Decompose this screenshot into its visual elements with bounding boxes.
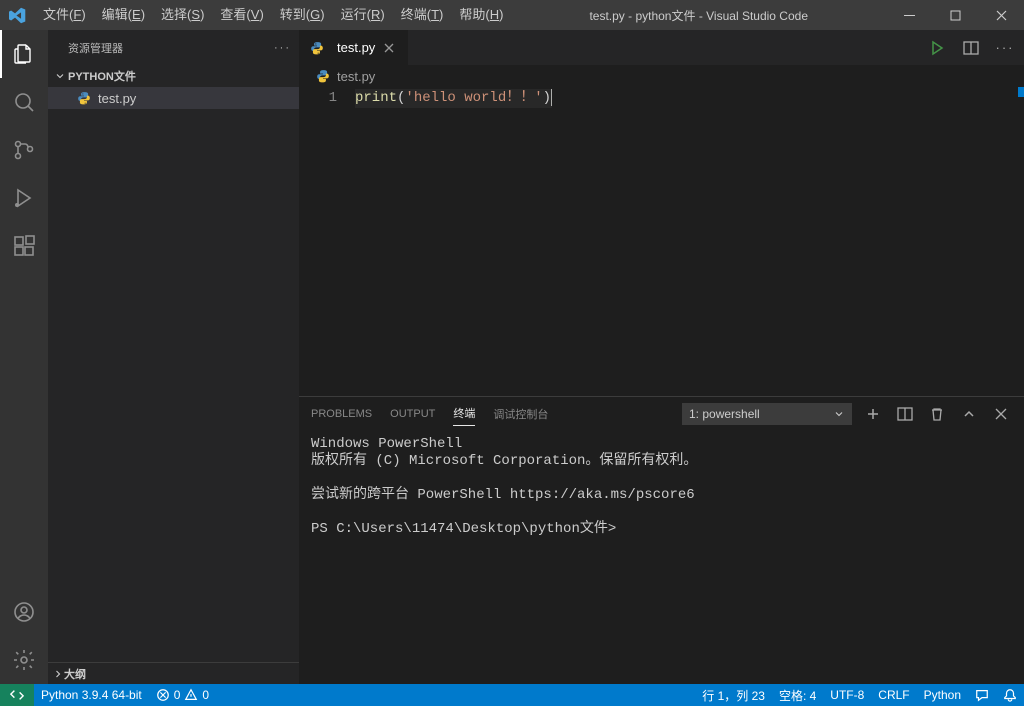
run-file-icon[interactable] xyxy=(926,37,948,59)
close-panel-icon[interactable] xyxy=(990,403,1012,425)
panel-tab-debug-console[interactable]: 调试控制台 xyxy=(493,402,548,426)
menu-terminal[interactable]: 终端(T) xyxy=(393,0,452,30)
editor-tab[interactable]: test.py xyxy=(299,30,409,65)
panel-tab-problems[interactable]: PROBLEMS xyxy=(311,404,372,424)
status-error-count: 0 xyxy=(174,688,181,702)
maximize-panel-icon[interactable] xyxy=(958,403,980,425)
code-editor[interactable]: 1 print('hello world！！') xyxy=(299,87,1024,396)
kill-terminal-icon[interactable] xyxy=(926,403,948,425)
menu-edit[interactable]: 编辑(E) xyxy=(94,0,153,30)
editor-more-icon[interactable]: ··· xyxy=(994,37,1016,59)
code-token-fn: print xyxy=(355,90,397,106)
activity-bar xyxy=(0,30,48,684)
outline-section-header[interactable]: 大纲 xyxy=(48,662,299,684)
code-token-string: 'hello world！！' xyxy=(405,90,542,106)
menu-run[interactable]: 运行(R) xyxy=(333,0,393,30)
editor-area: test.py ··· test.py 1 print('hello world… xyxy=(299,30,1024,684)
window-controls xyxy=(886,0,1024,30)
sidebar-title: 资源管理器 xyxy=(68,40,123,56)
activity-source-control-icon[interactable] xyxy=(0,126,48,174)
status-indentation[interactable]: 空格: 4 xyxy=(772,684,823,706)
menu-select[interactable]: 选择(S) xyxy=(153,0,212,30)
file-name: test.py xyxy=(98,91,136,106)
window-minimize-button[interactable] xyxy=(886,0,932,30)
sidebar-more-icon[interactable]: ··· xyxy=(274,42,291,54)
activity-search-icon[interactable] xyxy=(0,78,48,126)
activity-explorer-icon[interactable] xyxy=(0,30,48,78)
terminal-selector[interactable]: 1: powershell xyxy=(682,403,852,425)
outline-label: 大纲 xyxy=(64,666,86,682)
python-file-icon xyxy=(76,90,92,106)
tab-label: test.py xyxy=(337,40,375,55)
chevron-down-icon xyxy=(833,408,845,420)
window-title: test.py - python文件 - Visual Studio Code xyxy=(511,7,886,24)
status-problems[interactable]: 0 0 xyxy=(149,684,216,706)
status-bell-icon[interactable] xyxy=(996,684,1024,706)
remote-indicator-icon[interactable] xyxy=(0,684,34,706)
sidebar-explorer: 资源管理器 ··· PYTHON文件 test.py 大纲 xyxy=(48,30,299,684)
terminal-selector-label: 1: powershell xyxy=(689,407,760,421)
python-file-icon xyxy=(315,68,331,84)
editor-tabs: test.py ··· xyxy=(299,30,1024,65)
status-feedback-icon[interactable] xyxy=(968,684,996,706)
window-close-button[interactable] xyxy=(978,0,1024,30)
panel-tab-terminal[interactable]: 终端 xyxy=(453,401,475,426)
status-python-interpreter[interactable]: Python 3.9.4 64-bit xyxy=(34,684,149,706)
activity-settings-icon[interactable] xyxy=(0,636,48,684)
file-tree-item[interactable]: test.py xyxy=(48,87,299,109)
project-name: PYTHON文件 xyxy=(68,68,136,84)
panel-tab-output[interactable]: OUTPUT xyxy=(390,404,435,424)
status-eol[interactable]: CRLF xyxy=(871,684,916,706)
menu-view[interactable]: 查看(V) xyxy=(212,0,271,30)
new-terminal-icon[interactable] xyxy=(862,403,884,425)
terminal-body[interactable]: Windows PowerShell 版权所有 (C) Microsoft Co… xyxy=(299,430,1024,684)
breadcrumb-file: test.py xyxy=(337,69,375,84)
activity-account-icon[interactable] xyxy=(0,588,48,636)
scroll-marker xyxy=(1018,87,1024,97)
python-file-icon xyxy=(309,40,325,56)
activity-run-debug-icon[interactable] xyxy=(0,174,48,222)
activity-extensions-icon[interactable] xyxy=(0,222,48,270)
overview-ruler[interactable] xyxy=(1010,87,1024,684)
window-maximize-button[interactable] xyxy=(932,0,978,30)
menu-help[interactable]: 帮助(H) xyxy=(451,0,511,30)
code-content[interactable]: print('hello world！！') xyxy=(355,87,1024,396)
menu-bar: 文件(F) 编辑(E) 选择(S) 查看(V) 转到(G) 运行(R) 终端(T… xyxy=(35,0,511,30)
chevron-down-icon xyxy=(52,70,68,82)
menu-goto[interactable]: 转到(G) xyxy=(272,0,333,30)
project-section-header[interactable]: PYTHON文件 xyxy=(48,65,299,87)
vscode-logo-icon xyxy=(0,7,35,24)
status-warning-count: 0 xyxy=(202,688,209,702)
sidebar-title-row: 资源管理器 ··· xyxy=(48,30,299,65)
breadcrumb[interactable]: test.py xyxy=(299,65,1024,87)
title-bar: 文件(F) 编辑(E) 选择(S) 查看(V) 转到(G) 运行(R) 终端(T… xyxy=(0,0,1024,30)
split-editor-icon[interactable] xyxy=(960,37,982,59)
editor-actions: ··· xyxy=(926,30,1024,65)
status-line-col[interactable]: 行 1，列 23 xyxy=(695,684,772,706)
line-gutter: 1 xyxy=(299,87,355,396)
split-terminal-icon[interactable] xyxy=(894,403,916,425)
menu-file[interactable]: 文件(F) xyxy=(35,0,94,30)
line-number: 1 xyxy=(299,89,337,108)
tab-close-icon[interactable] xyxy=(383,42,395,54)
status-encoding[interactable]: UTF-8 xyxy=(823,684,871,706)
panel-tabs-row: PROBLEMS OUTPUT 终端 调试控制台 1: powershell xyxy=(299,397,1024,430)
chevron-right-icon xyxy=(52,668,64,680)
status-bar: Python 3.9.4 64-bit 0 0 行 1，列 23 空格: 4 U… xyxy=(0,684,1024,706)
status-language[interactable]: Python xyxy=(917,684,968,706)
text-cursor xyxy=(551,89,552,106)
bottom-panel: PROBLEMS OUTPUT 终端 调试控制台 1: powershell W… xyxy=(299,396,1024,684)
code-token-punc: ) xyxy=(543,90,551,106)
